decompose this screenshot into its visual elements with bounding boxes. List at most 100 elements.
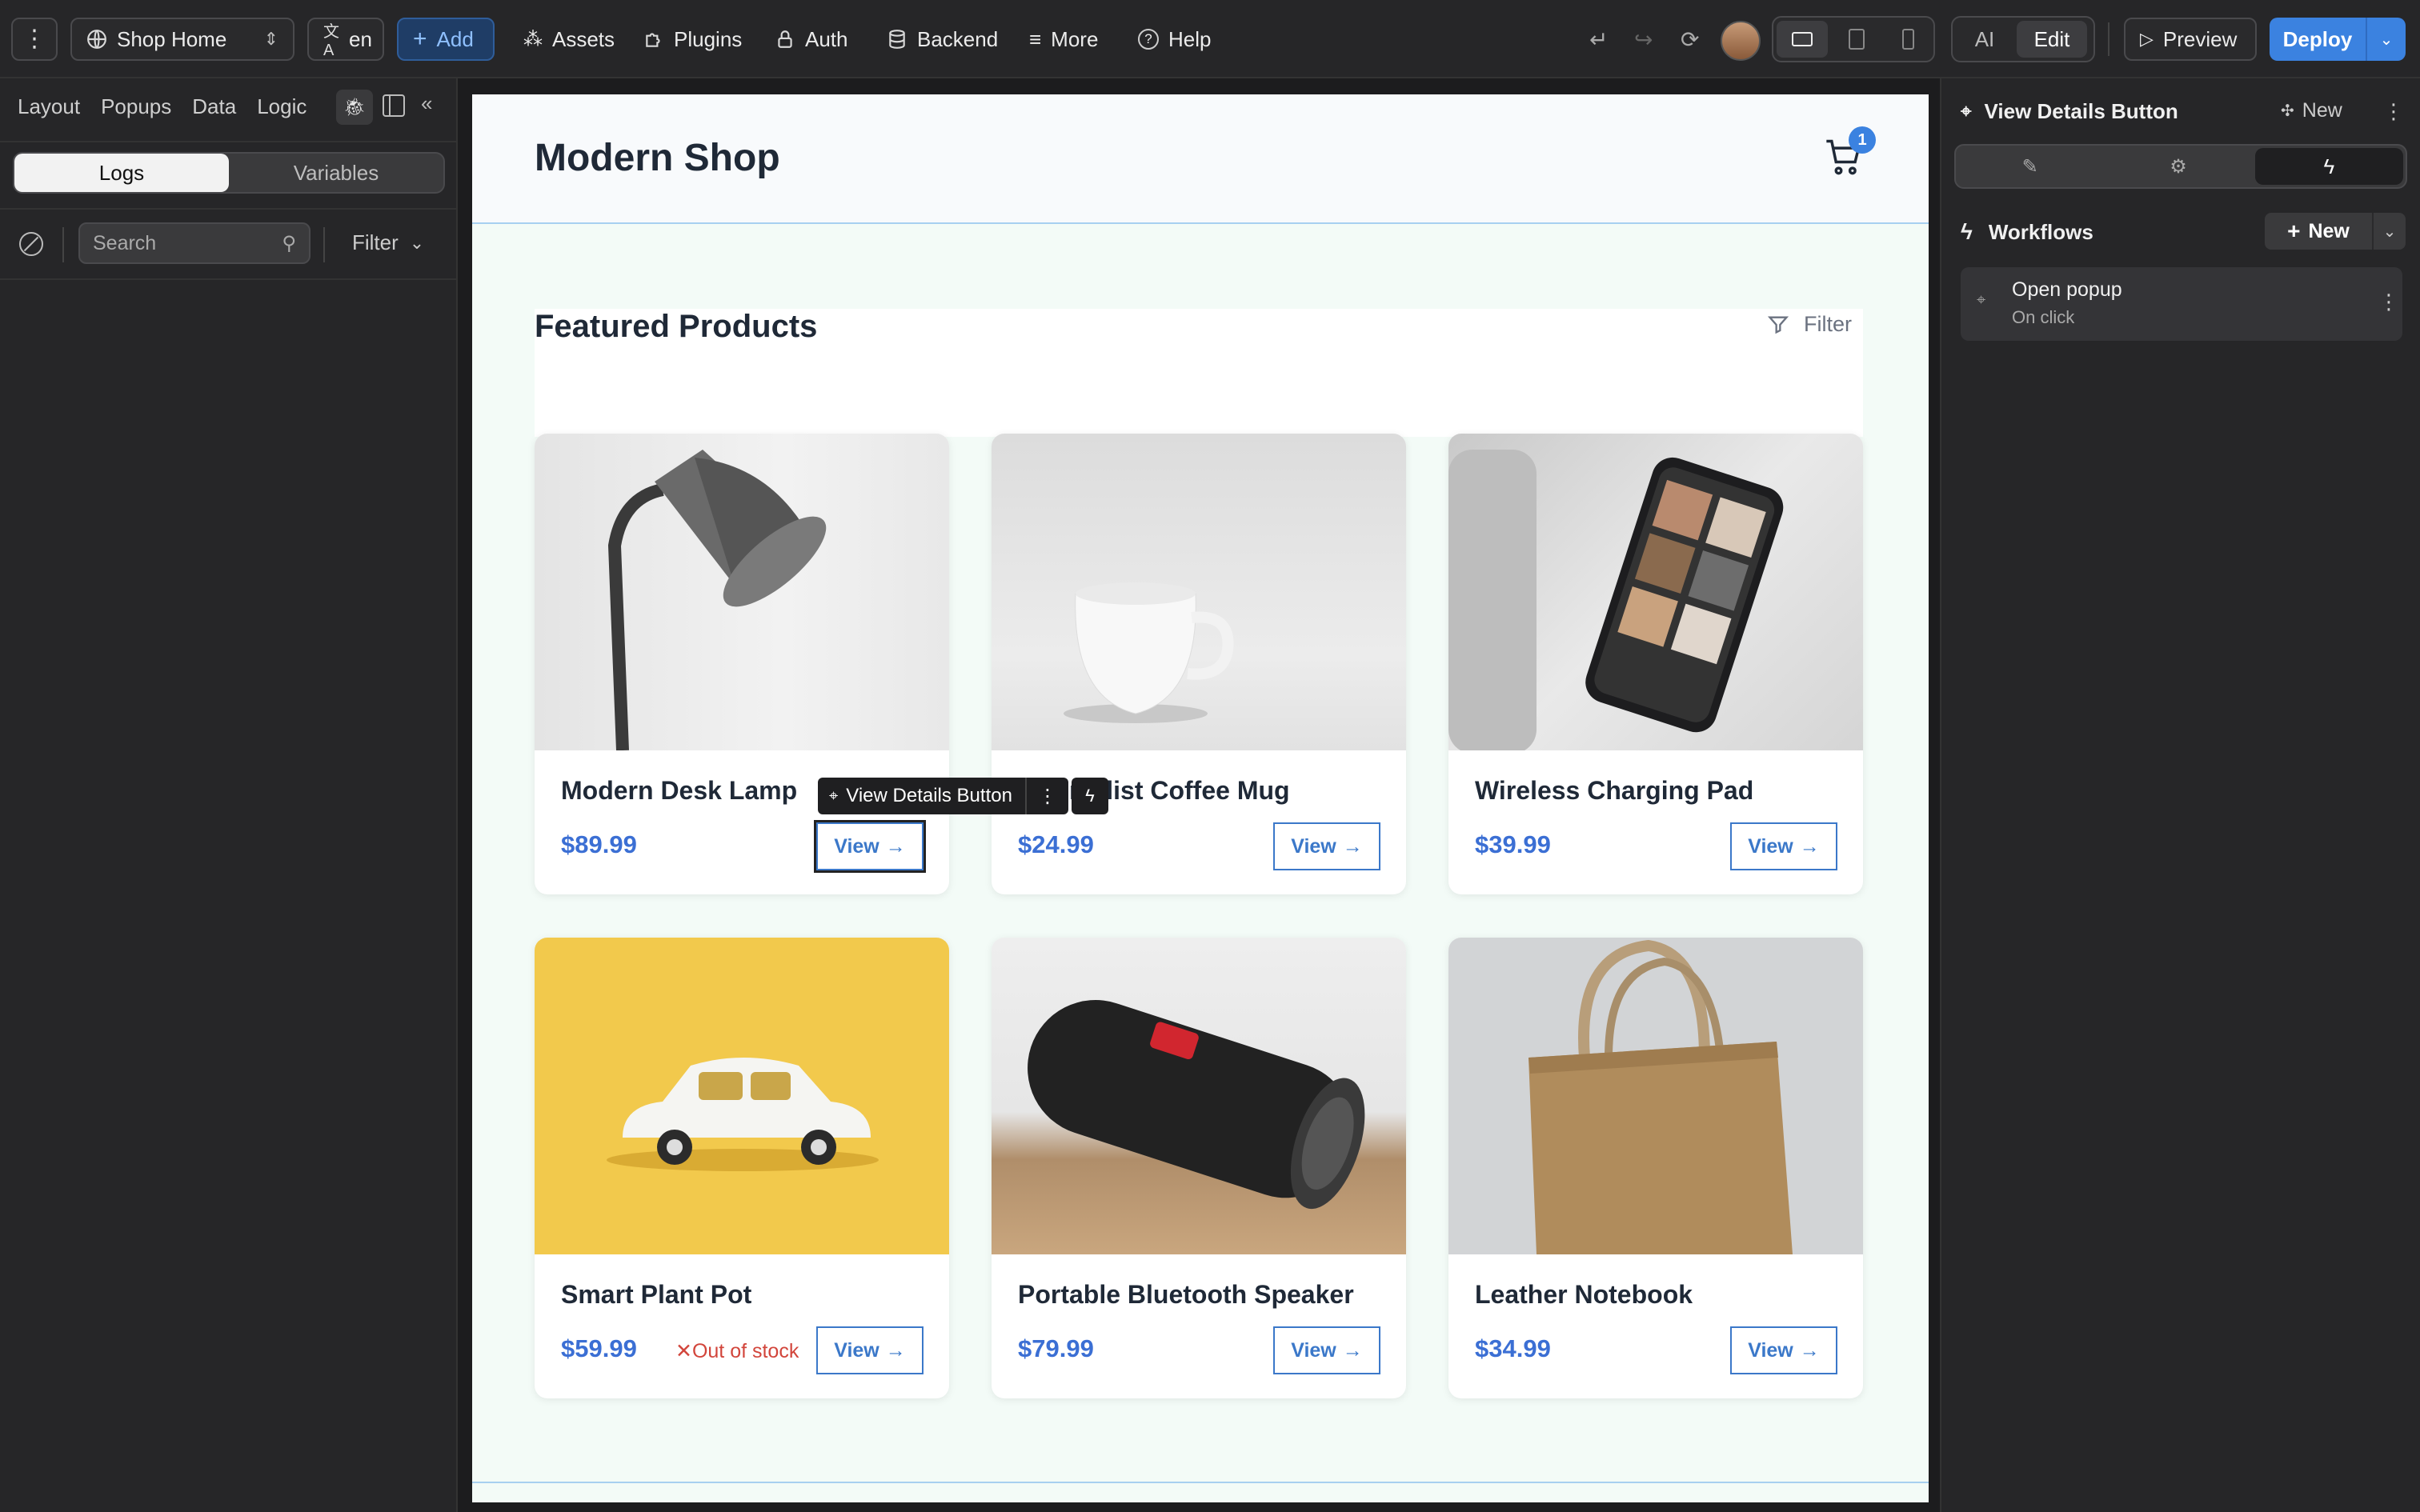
preview-button[interactable]: ▷ Preview [2124,18,2257,61]
product-image-mug [992,434,1406,750]
clear-logs-button[interactable] [19,232,43,256]
pencil-icon: ✎ [2021,155,2038,178]
product-card: Leather Notebook $34.99 View → [1448,938,1863,1398]
element-more-button[interactable]: ⋮ [2383,99,2404,124]
tab-popups[interactable]: Popups [101,94,171,119]
menu-lines-icon: ≡ [1029,26,1042,51]
globe-icon [86,29,107,50]
products-filter-button[interactable]: Filter [1767,312,1852,337]
page-selector-label: Shop Home [117,26,227,51]
deploy-button[interactable]: Deploy [2270,27,2366,52]
refresh-icon: ⟳ [1681,26,1700,52]
desktop-icon [1792,32,1813,46]
workflow-trigger: On click [2012,307,2075,327]
chevron-down-icon: ⌄ [2382,222,2397,241]
lock-icon [775,29,795,50]
lamp-illustration [607,450,827,750]
plugins-button[interactable]: Plugins [629,18,756,61]
phone-illustration [1448,450,1784,750]
product-card: Modern Desk Lamp $89.99 View → [535,434,949,894]
workflows-header: ϟ Workflows [1961,219,2093,245]
element-title-text: View Details Button [1984,99,2178,123]
workflow-name: Open popup [2012,278,2122,301]
debug-tab[interactable]: 🐞︎ [336,90,373,125]
auth-button[interactable]: Auth [760,18,863,61]
log-filter-button[interactable]: Filter ⌄ [352,230,424,255]
tab-style[interactable]: ✎ [1956,146,2104,187]
left-panel: Layout Popups Data Logic 🐞︎ « Logs Varia… [0,78,458,1512]
tab-settings[interactable]: ⚙ [2104,146,2252,187]
product-card: Smart Plant Pot $59.99 ✕Out of stock Vie… [535,938,949,1398]
tab-workflows[interactable]: ϟ [2254,148,2403,185]
lightning-icon: ϟ [1085,786,1095,806]
out-of-stock-label: Out of stock [691,1340,799,1362]
arrow-right-icon: → [1799,1338,1820,1362]
log-search-input[interactable]: Search ⚲ [78,222,311,264]
speaker-illustration [1028,1000,1365,1210]
kebab-icon: ⋮ [2383,99,2404,123]
product-price: $59.99 [561,1334,637,1362]
workflow-item[interactable]: ⌖ Open popup On click ⋮ [1961,267,2402,341]
cursor-click-icon: ⌖ [829,786,839,805]
product-price: $24.99 [1018,830,1094,858]
tab-logic[interactable]: Logic [257,94,307,119]
new-label: New [2302,99,2342,122]
deploy-options-button[interactable]: ⌄ [2367,30,2406,50]
chevron-down-icon: ⌄ [2379,30,2394,49]
view-details-button[interactable]: View → [816,1326,924,1374]
ai-mode-button[interactable]: AI [1953,27,2017,52]
mobile-view-button[interactable] [1882,18,1933,61]
logs-tab[interactable]: Logs [14,154,229,192]
view-details-button[interactable]: View → [814,820,926,873]
variables-tab[interactable]: Variables [229,154,443,192]
more-label: More [1051,26,1099,51]
tab-data[interactable]: Data [192,94,236,119]
new-element-button[interactable]: ✣ New [2281,99,2342,122]
refresh-button[interactable]: ⟳ [1674,18,1705,61]
preview-label: Preview [2162,26,2238,51]
assets-button[interactable]: ⁂ Assets [509,18,629,61]
lightning-icon: ϟ [1961,219,1973,244]
kebab-icon[interactable]: ⋮ [2378,290,2399,314]
arrow-right-icon: → [1342,834,1363,858]
view-label: View [834,1338,879,1362]
selection-label-text: View Details Button [846,785,1012,806]
main-menu-button[interactable]: ⋮ [11,18,58,61]
redo-button[interactable]: ↪ [1628,18,1659,61]
tablet-view-button[interactable] [1831,18,1882,61]
help-button[interactable]: ? Help [1124,18,1225,61]
cursor-click-icon: ⌖ [1977,291,1986,309]
new-workflow-group: + New ⌄ [2265,213,2406,250]
chevron-down-icon: ⌄ [409,232,425,253]
edit-mode-button[interactable]: Edit [2017,21,2087,58]
collapse-panel-button[interactable]: « [421,91,432,116]
backend-button[interactable]: Backend [872,18,1012,61]
selection-label[interactable]: ⌖ View Details Button ⋮ [818,778,1068,814]
view-details-button[interactable]: View → [1273,1326,1380,1374]
kebab-icon[interactable]: ⋮ [1027,785,1068,808]
avatar[interactable] [1721,21,1761,61]
panel-layout-button[interactable] [383,94,405,117]
new-workflow-options[interactable]: ⌄ [2374,222,2406,242]
view-details-button[interactable]: View → [1730,822,1837,870]
more-button[interactable]: ≡ More [1015,18,1112,61]
view-details-button[interactable]: View → [1273,822,1380,870]
page-selector[interactable]: Shop Home ⇕ [70,18,294,61]
undo-button[interactable]: ↵ [1583,18,1614,61]
product-image-bag [1448,938,1863,1254]
backend-label: Backend [917,26,999,51]
footer-divider [472,1482,1929,1483]
add-button[interactable]: + Add [397,18,495,61]
mode-switcher: AI Edit [1951,16,2095,62]
arrow-right-icon: → [1799,834,1820,858]
tab-layout[interactable]: Layout [18,94,80,119]
workflow-shortcut-button[interactable]: ϟ [1071,778,1108,814]
desktop-view-button[interactable] [1777,21,1828,58]
view-details-button[interactable]: View → [1730,1326,1837,1374]
arrow-right-icon: → [1342,1338,1363,1362]
workflows-title: Workflows [1988,219,2093,244]
section-title: Featured Products [535,309,818,344]
new-workflow-button[interactable]: + New [2265,218,2372,244]
product-name: Leather Notebook [1475,1280,1693,1309]
language-button[interactable]: 文A en [307,18,384,61]
